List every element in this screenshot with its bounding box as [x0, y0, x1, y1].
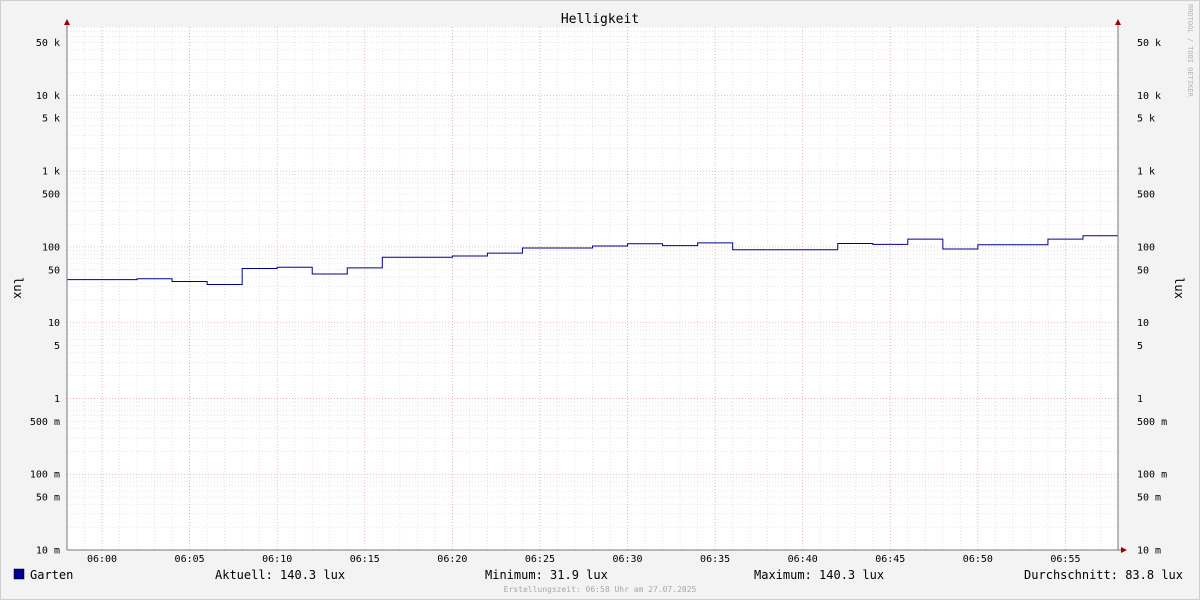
legend-series-name: Garten — [30, 568, 73, 582]
y-tick-label-left: 1 k — [42, 167, 60, 178]
x-tick-label: 06:25 — [525, 554, 555, 565]
y-tick-label-right: 100 — [1137, 242, 1155, 253]
y-tick-label-left: 5 k — [42, 114, 60, 125]
brightness-chart: 50 k 50 k10 k 10 k5 k5 k1 k1 k500 500100 100… — [0, 0, 1200, 600]
legend-maximum: Maximum: 140.3 lux — [754, 568, 884, 582]
legend-minimum: Minimum: 31.9 lux — [485, 568, 608, 582]
x-tick-label: 06:10 — [262, 554, 292, 565]
chart-root: 50 k 50 k 10 k 10 k5 k5 k1 k1 k 500 500 100 100… — [0, 0, 1200, 600]
x-tick-label: 06:15 — [350, 554, 380, 565]
y-tick-label-left: 10 m — [36, 546, 60, 557]
y-tick-label-left: 100 m — [30, 470, 60, 481]
y-tick-label-right: 500 — [1137, 189, 1155, 200]
y-tick-label-left: 500 m — [30, 417, 60, 428]
legend-swatch — [13, 568, 25, 580]
y-tick-label-left: 1 — [54, 394, 60, 405]
y-tick-label-right: 10 — [1137, 318, 1149, 329]
footer-timestamp: Erstellungszeit: 06:58 Uhr am 27.07.2025 — [504, 585, 697, 594]
y-tick-label-right: 1 — [1137, 394, 1143, 405]
y-tick-label-left: 50 m — [36, 493, 60, 504]
watermark-text: RRDTOOL / TOBI OETIKER — [1186, 4, 1194, 98]
y-tick-label-left: 50 — [48, 265, 60, 276]
x-tick-label: 06:35 — [700, 554, 730, 565]
y-tick-label-right: 1 k — [1137, 167, 1155, 178]
grid-layer — [67, 26, 1118, 551]
legend-current: Aktuell: 140.3 lux — [215, 568, 345, 582]
y-tick-label-left: 100 — [42, 242, 60, 253]
x-tick-label: 06:05 — [175, 554, 205, 565]
y-tick-label-left: 5 — [54, 341, 60, 352]
y-tick-label-right: 10 k — [1137, 91, 1161, 102]
y-tick-label-right: 5 k — [1137, 114, 1155, 125]
x-tick-label: 06:50 — [963, 554, 993, 565]
y-tick-label-left: 500 — [42, 189, 60, 200]
y-tick-label-right: 100 m — [1137, 470, 1167, 481]
y-tick-label-left: 10 — [48, 318, 60, 329]
x-tick-label: 06:30 — [612, 554, 642, 565]
y-tick-label-right: 500 m — [1137, 417, 1167, 428]
x-tick-label: 06:40 — [788, 554, 818, 565]
x-tick-label: 06:20 — [437, 554, 467, 565]
y-tick-label-left: 10 k — [36, 91, 60, 102]
x-tick-label: 06:45 — [875, 554, 905, 565]
x-tick-label: 06:00 — [87, 554, 117, 565]
x-tick-label: 06:55 — [1050, 554, 1080, 565]
y-tick-label-right: 10 m — [1137, 546, 1161, 557]
legend-average: Durchschnitt: 83.8 lux — [1024, 568, 1183, 582]
y-tick-label-right: 50 m — [1137, 493, 1161, 504]
y-tick-label-right: 50 k — [1137, 38, 1161, 49]
y-axis-label-left: lux — [11, 277, 25, 299]
y-tick-label-right: 5 — [1137, 341, 1143, 352]
y-tick-label-right: 50 — [1137, 265, 1149, 276]
y-axis-label-right: lux — [1172, 277, 1186, 299]
y-tick-label-left: 50 k — [36, 38, 60, 49]
chart-title: Helligkeit — [561, 12, 639, 27]
